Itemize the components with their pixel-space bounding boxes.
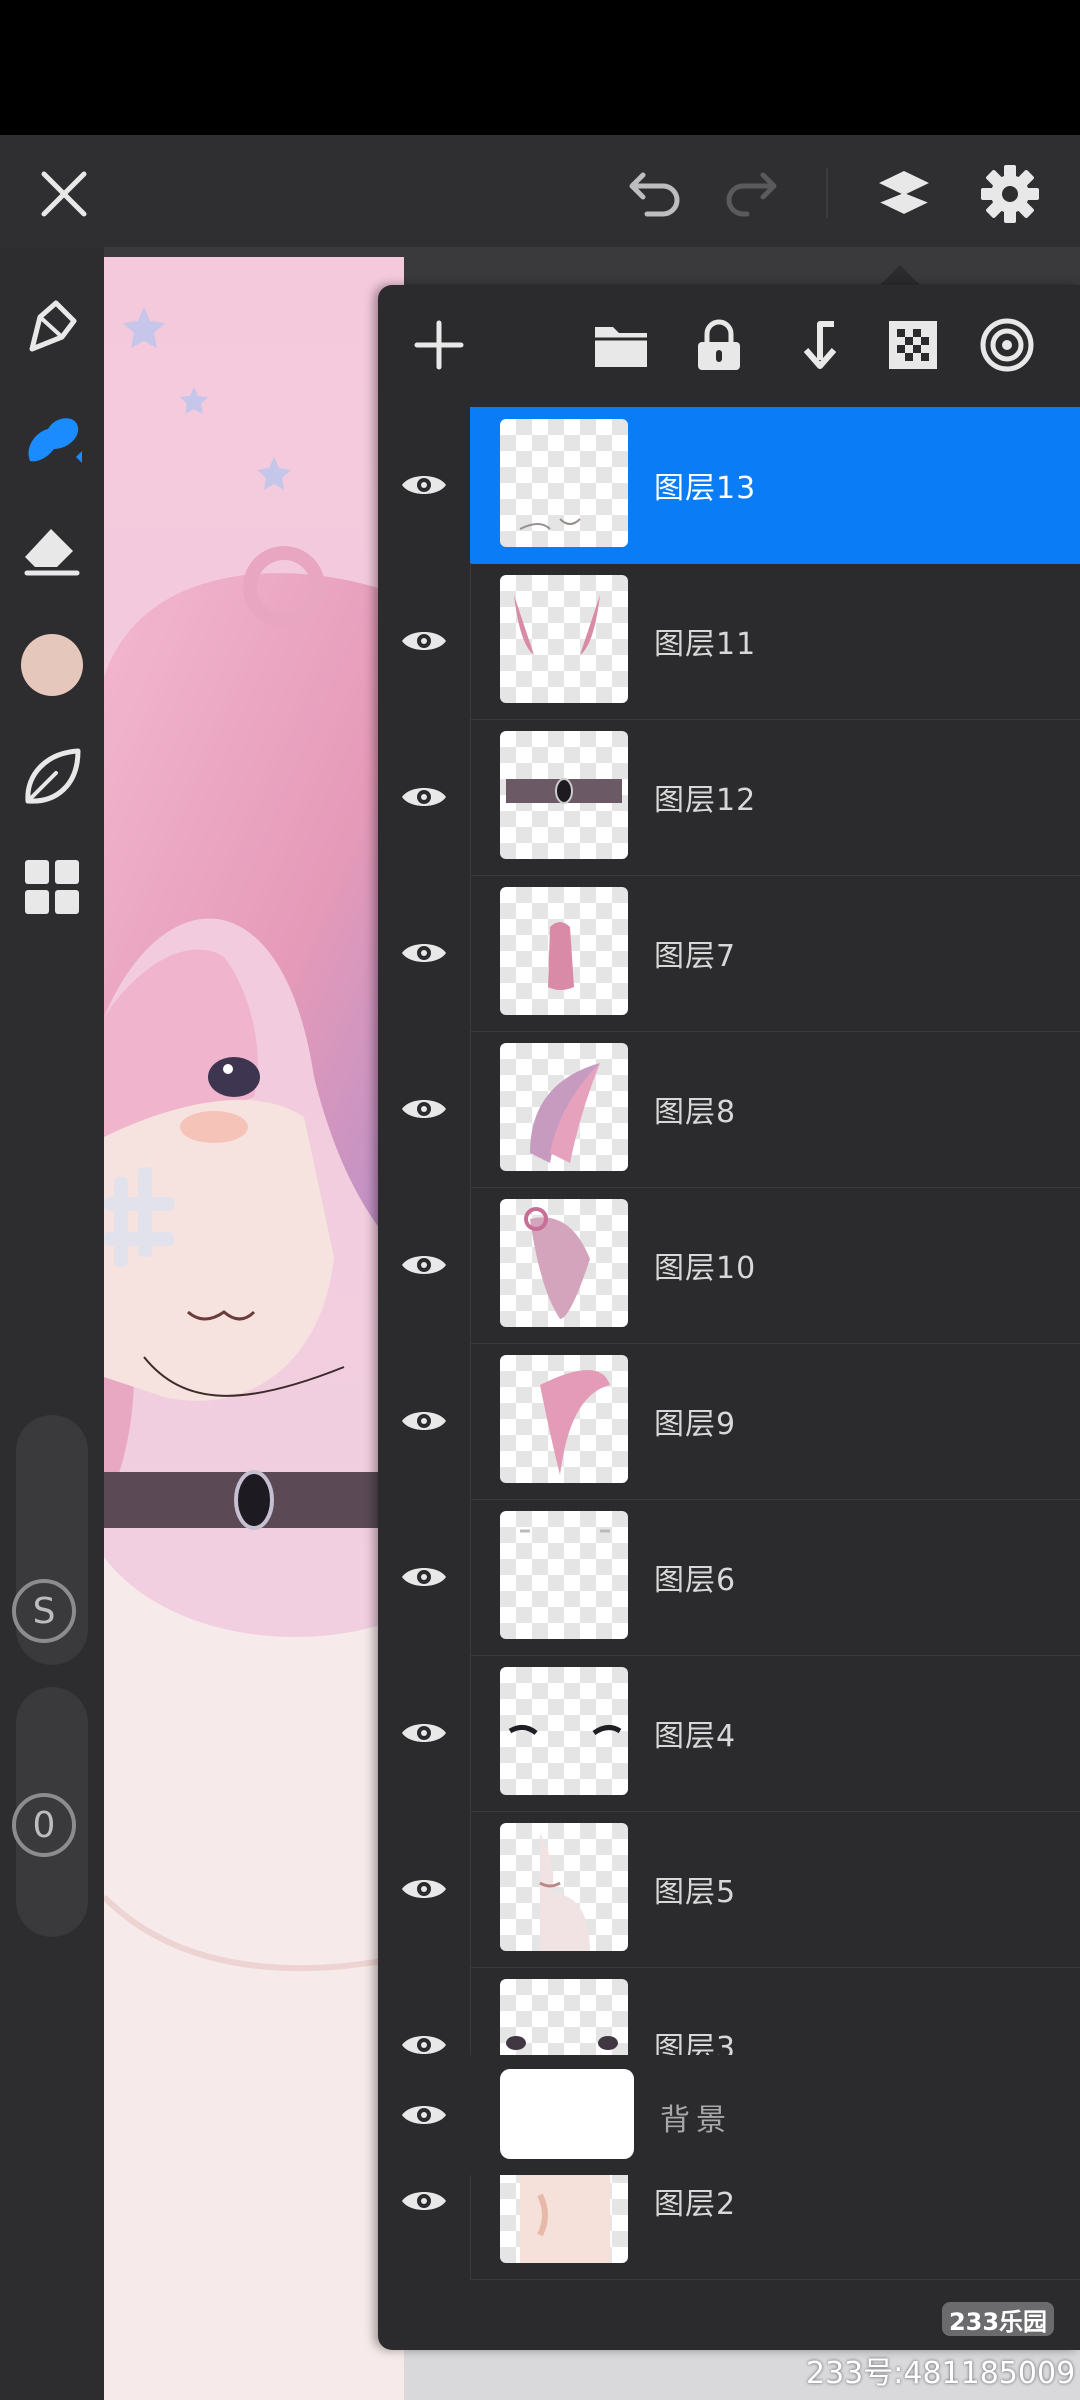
layers-panel-toolbar — [378, 285, 1080, 405]
layer-row[interactable]: 图层10 — [378, 1187, 1080, 1344]
layer-row[interactable]: 图层11 — [378, 563, 1080, 720]
layer-row[interactable]: 图层9 — [378, 1343, 1080, 1500]
pencil-brush-icon[interactable] — [12, 287, 92, 367]
smudge-brush-icon[interactable] — [12, 397, 92, 477]
status-bar — [0, 0, 1080, 135]
visibility-eye-icon[interactable] — [378, 407, 471, 563]
visibility-eye-icon[interactable] — [378, 1187, 471, 1343]
layer-thumbnail — [500, 1043, 628, 1171]
eraser-icon[interactable] — [12, 509, 92, 589]
settings-gear-icon[interactable] — [972, 156, 1048, 232]
undo-icon[interactable] — [620, 160, 690, 230]
layers-panel: 图层13 图层11 图层12 图层7 图层8 图层10 图层9 图层6 图层4 图层5 图层3 图层2… — [378, 285, 1080, 2350]
background-layer-name: 背景 — [660, 2103, 732, 2138]
layers-icon[interactable] — [866, 156, 942, 232]
visibility-eye-icon[interactable] — [378, 1343, 471, 1499]
folder-icon[interactable] — [586, 310, 656, 380]
layer-thumbnail — [500, 1667, 628, 1795]
layer-row[interactable]: 图层7 — [378, 875, 1080, 1032]
panel-pointer — [880, 265, 920, 285]
merge-down-icon[interactable] — [780, 310, 850, 380]
layer-thumbnail — [500, 1355, 628, 1483]
layer-row[interactable]: 图层13 — [378, 407, 1080, 564]
toolbar-divider — [826, 168, 828, 218]
layer-row[interactable]: 图层12 — [378, 719, 1080, 876]
layer-thumbnail — [500, 731, 628, 859]
background-thumbnail — [500, 2069, 634, 2159]
layer-row-body[interactable]: 图层9 — [470, 1343, 1080, 1500]
background-layer-row[interactable]: 背景 — [378, 2055, 1080, 2175]
layer-name: 图层2 — [654, 2187, 737, 2222]
redo-icon[interactable] — [716, 160, 786, 230]
layer-name: 图层12 — [654, 783, 757, 818]
visibility-eye-icon[interactable] — [378, 1811, 471, 1967]
layer-row-body[interactable]: 图层6 — [470, 1499, 1080, 1656]
brush-opacity-slider[interactable]: 0 — [12, 1687, 88, 1937]
artwork-image[interactable] — [104, 257, 404, 2400]
layer-name: 图层10 — [654, 1251, 757, 1286]
layer-name: 图层9 — [654, 1407, 737, 1442]
watermark-id: 233号:481185009 — [806, 2356, 1076, 2391]
visibility-eye-icon[interactable] — [378, 2055, 470, 2175]
visibility-eye-icon[interactable] — [378, 719, 471, 875]
visibility-eye-icon[interactable] — [378, 1655, 471, 1811]
layer-row-body[interactable]: 图层7 — [470, 875, 1080, 1032]
layer-row-body[interactable]: 图层12 — [470, 719, 1080, 876]
layer-thumbnail — [500, 419, 628, 547]
transparency-checker-icon[interactable] — [878, 310, 948, 380]
layer-row-body[interactable]: 图层10 — [470, 1187, 1080, 1344]
layer-name: 图层13 — [654, 471, 757, 506]
grid-menu-icon[interactable] — [12, 847, 92, 927]
opacity-slider-knob[interactable]: 0 — [12, 1793, 76, 1857]
layer-row[interactable]: 图层4 — [378, 1655, 1080, 1812]
layer-name: 图层8 — [654, 1095, 737, 1130]
layer-name: 图层6 — [654, 1563, 737, 1598]
visibility-eye-icon[interactable] — [378, 875, 471, 1031]
add-layer-icon[interactable] — [404, 310, 474, 380]
layer-row[interactable]: 图层5 — [378, 1811, 1080, 1968]
lock-icon[interactable] — [684, 310, 754, 380]
size-slider-knob[interactable]: S — [12, 1579, 76, 1643]
opacity-slider-label: 0 — [32, 1804, 56, 1846]
layer-name: 图层7 — [654, 939, 737, 974]
layer-thumbnail — [500, 1511, 628, 1639]
close-icon[interactable] — [30, 160, 98, 228]
current-color — [21, 634, 83, 696]
brush-size-slider[interactable]: S — [12, 1415, 88, 1665]
visibility-eye-icon[interactable] — [378, 563, 471, 719]
layer-thumbnail — [500, 887, 628, 1015]
layer-row[interactable]: 图层8 — [378, 1031, 1080, 1188]
layer-row-body[interactable]: 图层4 — [470, 1655, 1080, 1812]
layer-name: 图层5 — [654, 1875, 737, 1910]
layer-thumbnail — [500, 1199, 628, 1327]
leaf-brush-icon[interactable] — [12, 737, 92, 817]
layer-row-body[interactable]: 图层13 — [470, 407, 1080, 564]
layer-row[interactable]: 图层6 — [378, 1499, 1080, 1656]
layer-row-body[interactable]: 图层5 — [470, 1811, 1080, 1968]
size-slider-label: S — [32, 1590, 56, 1632]
color-swatch[interactable] — [12, 625, 92, 705]
layer-thumbnail — [500, 575, 628, 703]
visibility-eye-icon[interactable] — [378, 1031, 471, 1187]
layer-name: 图层4 — [654, 1719, 737, 1754]
layer-row-body[interactable]: 图层11 — [470, 563, 1080, 720]
layer-name: 图层11 — [654, 627, 757, 662]
layer-effects-icon[interactable] — [972, 310, 1042, 380]
layer-thumbnail — [500, 1823, 628, 1951]
watermark-logo: 233乐园 — [942, 2302, 1054, 2336]
left-toolbar: S 0 — [0, 247, 104, 2400]
layer-row-body[interactable]: 图层8 — [470, 1031, 1080, 1188]
visibility-eye-icon[interactable] — [378, 1499, 471, 1655]
